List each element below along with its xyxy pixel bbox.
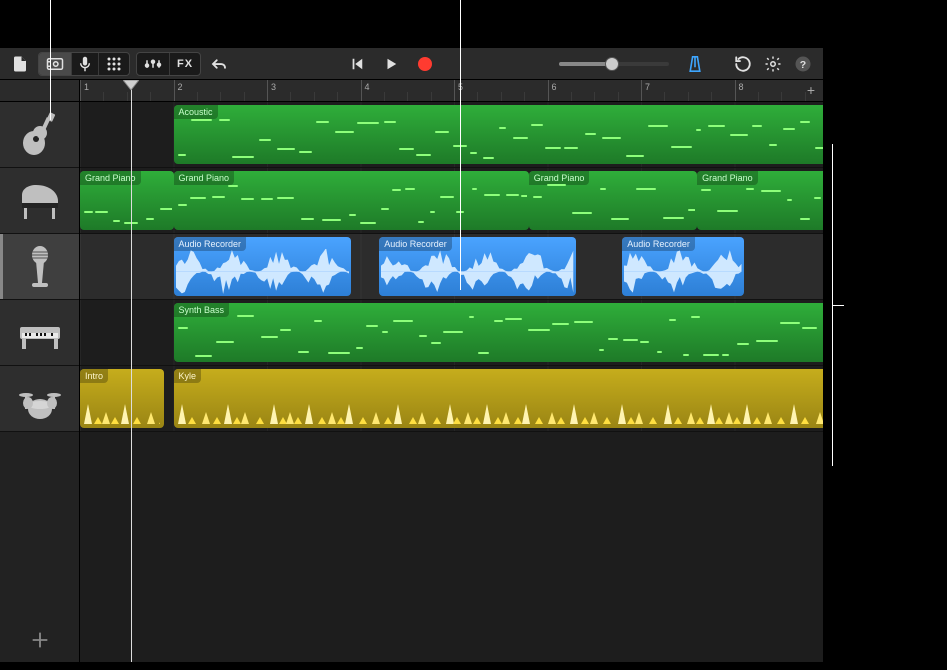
tracks-area[interactable]: + 12345678 AcousticGrand PianoGrand Pian… [80,80,823,662]
region-audio[interactable]: Audio Recorder [174,237,352,296]
region-midi[interactable]: Synth Bass [174,303,824,362]
ruler-bar-7: 7 [641,80,650,101]
keyboard-icon [16,309,64,357]
lane-keyboard[interactable]: Synth Bass [80,300,823,366]
mic-view-button[interactable] [71,52,98,76]
fx-button[interactable]: FX [169,52,200,76]
region-audio[interactable]: Audio Recorder [622,237,744,296]
region-midi[interactable]: Grand Piano [697,171,823,230]
track-header-keyboard[interactable] [0,300,79,366]
grand-piano-icon [16,177,64,225]
fx-label: FX [177,58,193,70]
ruler-corner [0,80,79,102]
record-button[interactable] [413,52,437,76]
region-name: Kyle [174,369,202,383]
region-drummer[interactable]: Intro [80,369,164,428]
my-songs-button[interactable] [8,52,32,76]
track-headers [0,80,80,662]
ruler-bar-3: 3 [267,80,276,101]
go-to-beginning-button[interactable] [345,52,369,76]
ruler-bar-5: 5 [454,80,463,101]
region-audio[interactable]: Audio Recorder [379,237,575,296]
region-midi[interactable]: Grand Piano [529,171,697,230]
acoustic-guitar-icon [16,111,64,159]
ruler-bar-1: 1 [80,80,89,101]
loop-browser-button[interactable] [731,52,755,76]
ruler[interactable]: + 12345678 [80,80,823,102]
ruler-bar-8: 8 [735,80,744,101]
lane-grand-piano[interactable]: Grand PianoGrand PianoGrand PianoGrand P… [80,168,823,234]
garageband-app: FX [0,48,823,662]
master-volume-slider[interactable] [559,62,669,66]
track-header-acoustic-guitar[interactable] [0,102,79,168]
track-header-grand-piano[interactable] [0,168,79,234]
drums-icon [16,375,64,423]
undo-button[interactable] [207,52,231,76]
svg-text:?: ? [800,58,806,70]
lane-drums[interactable]: Intro Kyle [80,366,823,432]
lanes-container: AcousticGrand PianoGrand PianoGrand Pian… [80,102,823,432]
microphone-icon [16,243,64,291]
track-header-microphone[interactable] [0,234,79,300]
region-drummer[interactable]: Kyle [174,369,824,428]
main-area: + 12345678 AcousticGrand PianoGrand Pian… [0,80,823,662]
lane-acoustic-guitar[interactable]: Acoustic [80,102,823,168]
track-header-drums[interactable] [0,366,79,432]
region-midi[interactable]: Acoustic [174,105,824,164]
region-name: Intro [80,369,108,383]
help-button[interactable]: ? [791,52,815,76]
track-settings-group: FX [136,52,201,76]
control-bar: FX [0,48,823,80]
ruler-bar-6: 6 [548,80,557,101]
view-buttons-group [38,52,130,76]
lane-microphone[interactable]: Audio Recorder Audio Recorder Audio Record… [80,234,823,300]
tracks-view-button[interactable] [39,52,71,76]
region-midi[interactable]: Grand Piano [174,171,529,230]
volume-thumb[interactable] [605,57,619,71]
callout-brace-top [832,144,833,466]
track-controls-button[interactable] [137,52,169,76]
add-track-button[interactable] [0,618,79,662]
transport-controls [345,52,437,76]
record-icon [418,57,432,71]
settings-button[interactable] [761,52,785,76]
metronome-button[interactable] [683,52,707,76]
play-button[interactable] [379,52,403,76]
ruler-bar-4: 4 [361,80,370,101]
region-midi[interactable]: Grand Piano [80,171,174,230]
live-loops-view-button[interactable] [98,52,129,76]
ruler-bar-2: 2 [174,80,183,101]
callout-brace-tick [832,305,844,306]
